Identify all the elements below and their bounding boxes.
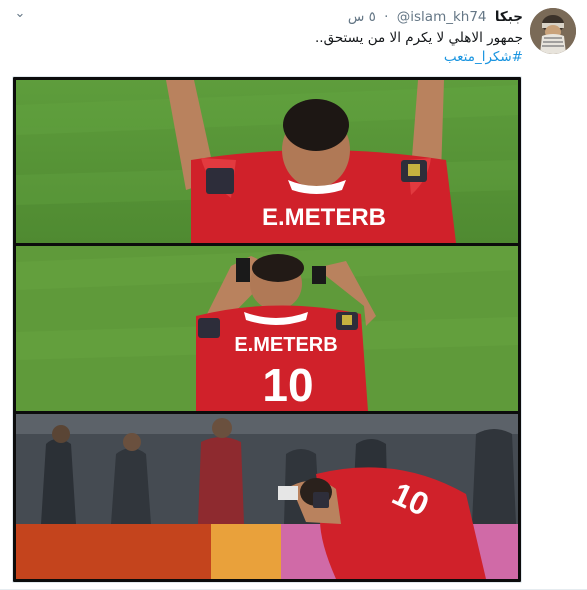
tweet-card[interactable]: ⌄ جبكا @islam_kh74 · ٥ س جمهور الاهلي لا… xyxy=(0,0,587,590)
panel-3-image: 10 xyxy=(16,414,518,579)
media-panel-3: 10 xyxy=(16,414,518,579)
avatar-image xyxy=(530,8,576,54)
media-panel-2: E.METERB 10 xyxy=(16,246,518,411)
chevron-down-icon[interactable]: ⌄ xyxy=(12,7,28,20)
tweet-text: جمهور الاهلي لا يكرم الا من يستحق.. xyxy=(314,30,523,46)
shirt-number: 10 xyxy=(262,359,313,411)
hashtag-link[interactable]: #شكرا_متعب xyxy=(444,48,523,66)
dot-separator: · xyxy=(384,9,389,25)
jersey-name: E.METERB xyxy=(234,334,337,356)
panel-1-image: E.METERB xyxy=(16,80,518,243)
author-name[interactable]: جبكا xyxy=(495,9,523,25)
author-handle[interactable]: @islam_kh74 xyxy=(397,9,487,25)
tweet-header: جبكا @islam_kh74 · ٥ س xyxy=(348,8,523,26)
tweet-media[interactable]: E.METERB E.METERB 10 10 xyxy=(12,76,522,583)
jersey-name: E.METERB xyxy=(262,204,386,231)
avatar[interactable] xyxy=(530,8,576,54)
media-panel-1: E.METERB xyxy=(16,80,518,243)
timestamp[interactable]: ٥ س xyxy=(348,9,376,25)
panel-2-image: E.METERB 10 xyxy=(16,246,518,411)
